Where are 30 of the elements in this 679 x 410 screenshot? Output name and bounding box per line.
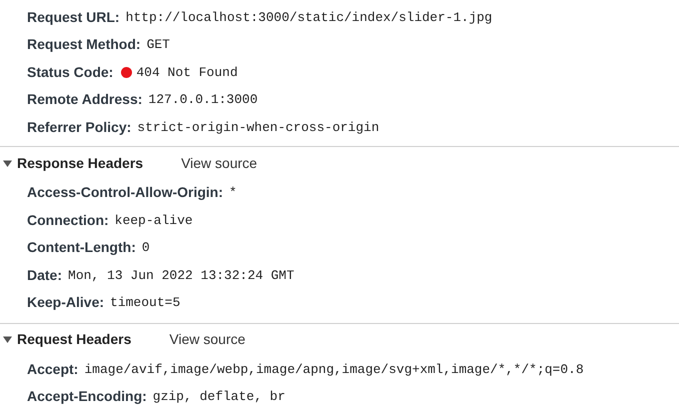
header-value: GET [146,36,170,54]
header-value: timeout=5 [110,294,180,312]
header-name: Accept-Encoding: [27,387,147,406]
header-value: http://localhost:3000/static/index/slider-1.jpg [126,8,492,26]
header-name: Date: [27,266,62,285]
header-value: * [229,184,237,202]
header-name: Connection: [27,210,109,230]
header-value: 404 Not Found [136,64,238,82]
header-name: Keep-Alive: [27,293,104,312]
header-value: 0 [142,239,150,257]
section-title[interactable]: Request Headers [17,329,132,350]
header-value: keep-alive [114,212,193,230]
header-value: gzip, deflate, br [152,388,286,406]
caret-down-icon[interactable] [3,158,12,168]
header-name: Status Code: [27,62,114,82]
section-title[interactable]: Response Headers [17,152,144,174]
header-name: Access-Control-Allow-Origin: [27,183,224,202]
header-value: strict-origin-when-cross-origin [137,118,380,136]
header-name: Remote Address: [27,90,142,110]
header-name: Referrer Policy: [27,118,132,137]
header-name: Accept: [27,360,78,379]
header-value: image/avif,image/webp,image/apng,image/svg+xml,image/*,*/*;q=0.8 [84,360,584,378]
view-source-link[interactable]: View source [181,152,258,174]
view-source-link[interactable]: View source [169,329,246,350]
header-value: 127.0.0.1:3000 [148,91,258,109]
caret-down-icon[interactable] [3,335,12,344]
header-value: Mon, 13 Jun 2022 13:32:24 GMT [68,266,294,284]
header-name: Request Method: [27,35,141,54]
header-name: Content-Length: [27,238,136,258]
header-name: Request URL: [27,8,120,27]
